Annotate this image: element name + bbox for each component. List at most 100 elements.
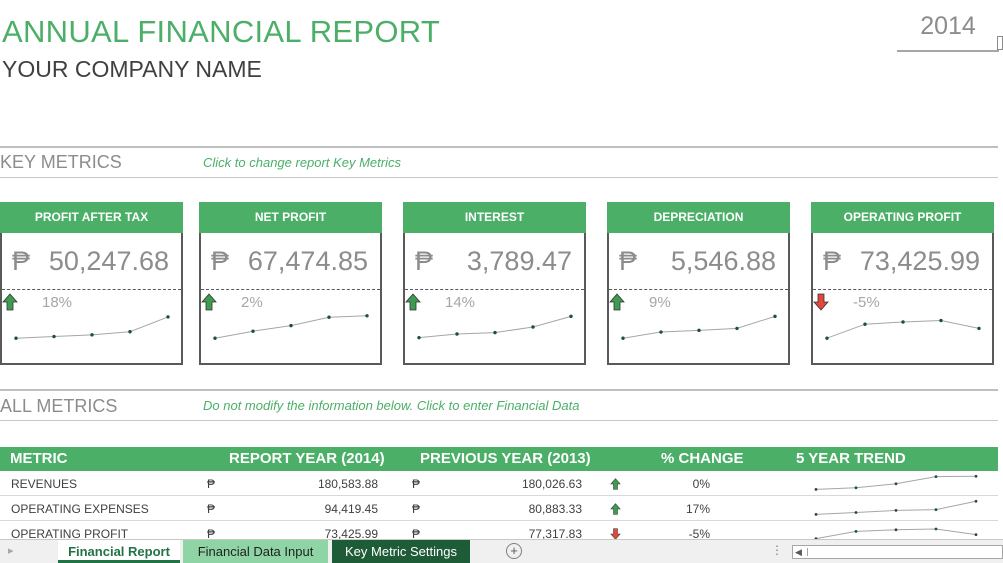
card-value: 3,789.47 [466, 246, 572, 276]
report-year-value: 94,419.45 [324, 502, 378, 516]
scroll-left-icon[interactable]: ◀ [795, 546, 802, 558]
card-trend [619, 309, 779, 345]
column-header-metric: METRIC [10, 450, 68, 467]
card-divider [813, 289, 992, 290]
key-metric-card[interactable]: INTEREST ₱ 3,789.47 14% [403, 202, 586, 365]
sparkline [814, 499, 978, 516]
section-divider-top [0, 146, 998, 148]
change-arrow [610, 478, 621, 490]
table-row[interactable]: OPERATING EXPENSES ₱ 94,419.45 ₱ 80,883.33 17… [0, 496, 998, 521]
company-name: YOUR COMPANY NAME [2, 56, 262, 82]
sparkline [213, 314, 369, 340]
more-options-icon[interactable]: ⋮ [771, 543, 783, 557]
report-year-box[interactable]: 2014 [897, 0, 999, 52]
previous-year-value: 180,026.63 [521, 477, 582, 491]
key-metric-card[interactable]: PROFIT AFTER TAX ₱ 50,247.68 18% [0, 202, 183, 365]
currency-symbol: ₱ [207, 477, 216, 491]
sparkline [417, 314, 573, 340]
sparkline-point [863, 322, 867, 326]
sparkline-point [621, 336, 625, 340]
arrow-up-icon [610, 503, 621, 515]
sparkline-point [569, 314, 573, 319]
previous-year-value: 80,883.33 [528, 502, 582, 516]
change-arrow [610, 503, 621, 515]
metrics-table-header: METRIC REPORT YEAR (2014) PREVIOUS YEAR … [0, 447, 998, 471]
card-label: OPERATING PROFIT [811, 202, 994, 233]
key-metric-card[interactable]: OPERATING PROFIT ₱ 73,425.99 -5% [811, 202, 994, 365]
sparkline-point [735, 326, 739, 331]
metric-name: OPERATING EXPENSES [11, 502, 149, 516]
horizontal-scrollbar[interactable]: ◀ [792, 545, 1003, 559]
card-trend [211, 309, 371, 345]
card-label: INTEREST [403, 202, 586, 233]
tab-financial-report[interactable]: Financial Report [58, 540, 180, 563]
section-divider-bottom [0, 420, 998, 421]
sparkline-point [128, 330, 132, 334]
add-sheet-icon[interactable]: + [506, 543, 522, 559]
currency-symbol: ₱ [415, 246, 434, 276]
tab-financial-data-input[interactable]: Financial Data Input [183, 540, 328, 563]
sparkline-point [166, 315, 170, 319]
percent-change: 17% [685, 502, 710, 516]
metric-name: REVENUES [11, 477, 78, 491]
sparkline-point [493, 330, 497, 335]
card-body: ₱ 5,546.88 9% [607, 233, 790, 365]
all-metrics-note[interactable]: Do not modify the information below. Cli… [203, 398, 579, 413]
card-divider [609, 289, 788, 290]
row-trend [813, 497, 979, 519]
key-metric-card[interactable]: DEPRECIATION ₱ 5,546.88 9% [607, 202, 790, 365]
sparkline-point [974, 533, 978, 536]
currency-symbol: ₱ [211, 246, 230, 276]
currency-symbol: ₱ [412, 477, 421, 491]
sparkline-point [697, 328, 701, 333]
sparkline-point [854, 530, 858, 533]
sparkline-point [901, 320, 905, 324]
section-divider-top [0, 389, 998, 391]
scrollbar-thumb[interactable] [807, 548, 810, 556]
card-value: 5,546.88 [670, 246, 776, 276]
sparkline-point [773, 314, 777, 319]
card-value: 50,247.68 [48, 246, 169, 276]
sparkline-point [659, 330, 663, 334]
card-trend [823, 309, 983, 345]
percent-change: 0% [692, 477, 710, 491]
sparkline-point [934, 508, 938, 511]
arrow-up-icon [610, 478, 621, 490]
currency-symbol: ₱ [823, 246, 842, 276]
card-label: PROFIT AFTER TAX [0, 202, 183, 233]
sparkline-point [854, 511, 858, 514]
sparkline-path [622, 315, 776, 339]
sparkline-point [814, 513, 818, 516]
key-metrics-note[interactable]: Click to change report Key Metrics [203, 155, 401, 170]
table-row[interactable]: REVENUES ₱ 180,583.88 ₱ 180,026.63 0% [0, 471, 998, 496]
card-divider [2, 289, 181, 290]
sparkline-point [894, 528, 898, 532]
sparkline [814, 474, 978, 491]
sparkline-point [939, 318, 943, 323]
report-year: 2014 [920, 12, 976, 40]
column-header-report-year: REPORT YEAR (2014) [229, 450, 385, 467]
card-divider [405, 289, 584, 290]
column-header-trend: 5 YEAR TREND [796, 450, 906, 467]
sparkline-point [854, 486, 858, 490]
tab-key-metric-settings[interactable]: Key Metric Settings [332, 540, 470, 563]
card-label: NET PROFIT [199, 202, 382, 233]
key-metric-card[interactable]: NET PROFIT ₱ 67,474.85 2% [199, 202, 382, 365]
card-value: 67,474.85 [247, 246, 368, 276]
currency-symbol: ₱ [412, 502, 421, 516]
tab-scroll-right-icon[interactable]: ▸ [8, 544, 14, 557]
sparkline-point [417, 335, 421, 340]
sparkline-point [977, 326, 981, 331]
sparkline-path [815, 500, 977, 515]
sparkline-point [934, 475, 938, 478]
sparkline-point [894, 509, 898, 512]
report-year-value: 180,583.88 [317, 477, 378, 491]
card-body: ₱ 3,789.47 14% [403, 233, 586, 365]
sheet-tab-bar: ▸ Financial Report Financial Data Input … [0, 539, 1003, 563]
sheet-edge-marker [997, 36, 1003, 50]
currency-symbol: ₱ [12, 246, 31, 276]
sparkline [14, 315, 170, 340]
sparkline-point [974, 499, 978, 503]
card-body: ₱ 67,474.85 2% [199, 233, 382, 365]
row-trend [813, 472, 979, 494]
